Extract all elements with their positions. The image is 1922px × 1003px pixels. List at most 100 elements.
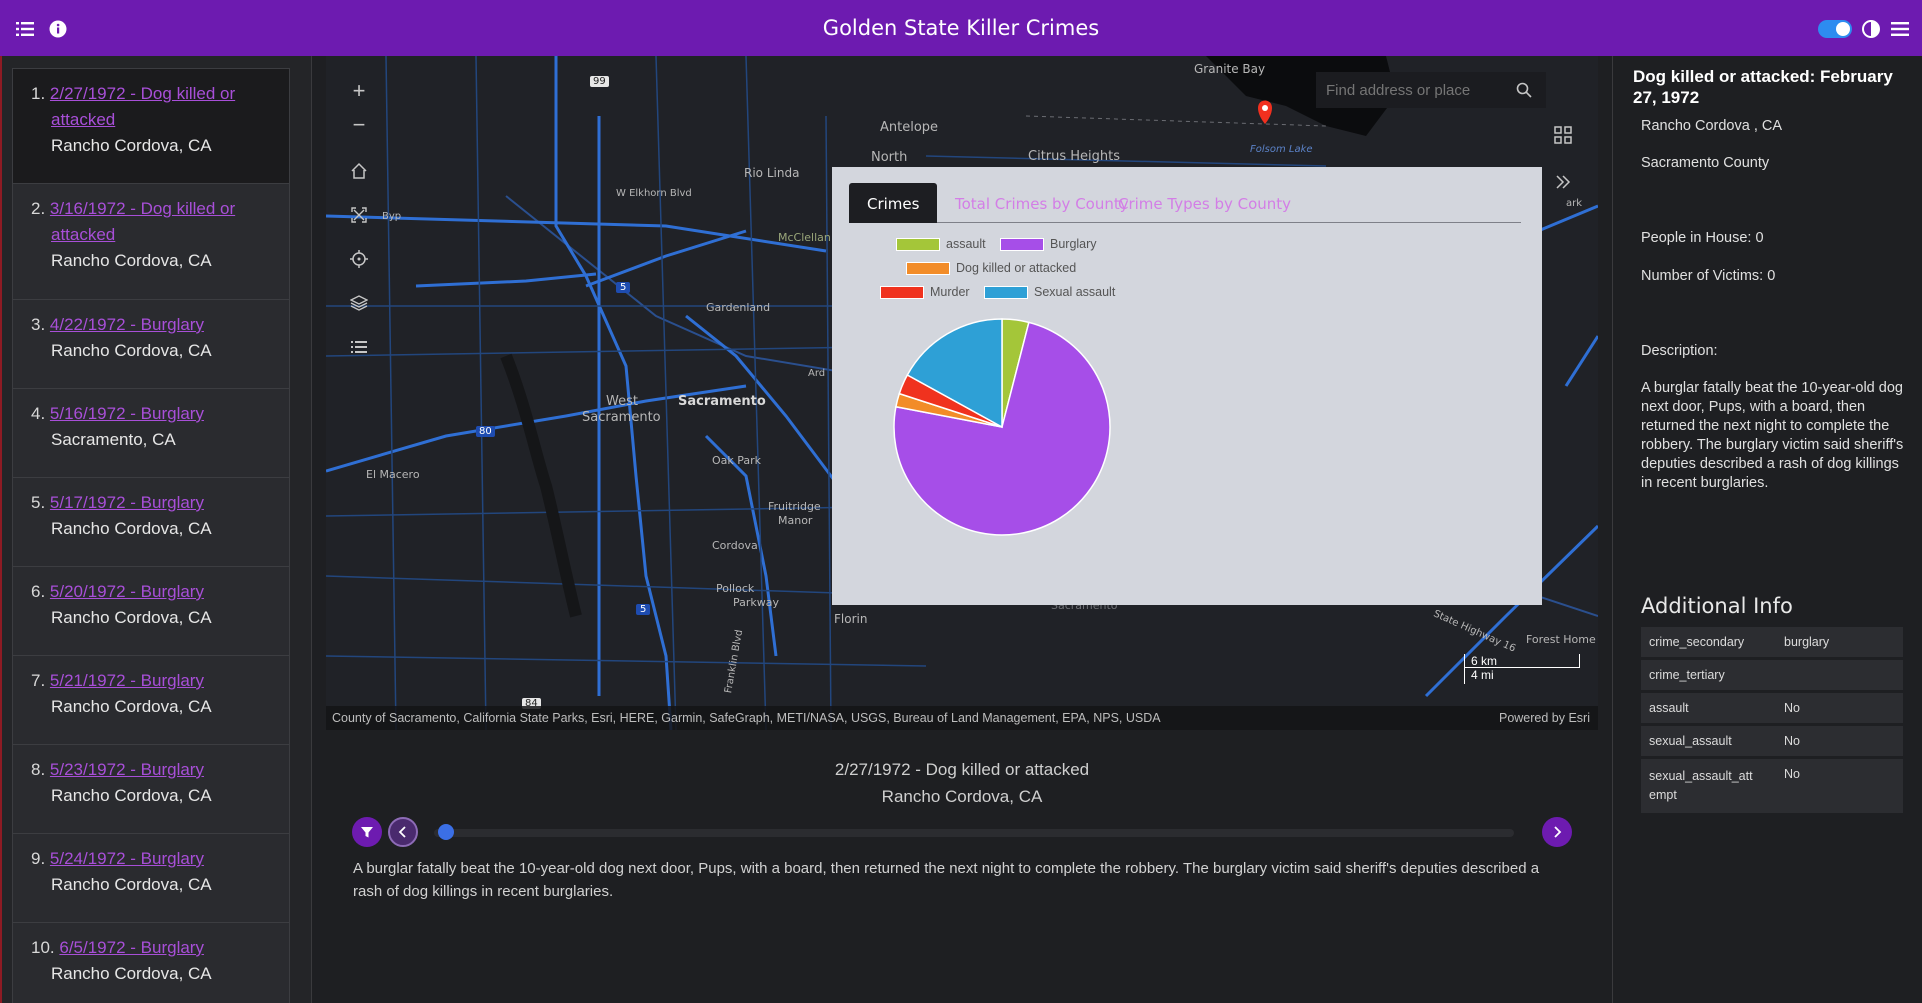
powered-by[interactable]: Powered by Esri (1499, 711, 1590, 725)
list-item-link[interactable]: 3/16/1972 - Dog killed or (50, 199, 235, 218)
selected-title: 2/27/1972 - Dog killed or attacked (834, 760, 1090, 779)
list-item-link[interactable]: 5/24/1972 - Burglary (50, 849, 204, 868)
additional-info-table: crime_secondary burglary crime_tertiary a… (1641, 624, 1903, 816)
search-input[interactable] (1316, 81, 1504, 99)
fullscreen-icon[interactable] (342, 198, 376, 232)
list-item-link[interactable]: 2/27/1972 - Dog killed or (50, 84, 235, 103)
list-item-link[interactable]: 5/21/1972 - Burglary (50, 671, 204, 690)
legend-swatch (984, 285, 1028, 299)
home-icon[interactable] (342, 154, 376, 188)
list-item-location: Rancho Cordova, CA (51, 964, 212, 983)
list-item[interactable]: 8. 5/23/1972 - Burglary Rancho Cordova, … (12, 745, 290, 834)
map-search (1316, 72, 1546, 108)
panel-edge (0, 56, 2, 1003)
table-row: crime_secondary burglary (1641, 627, 1903, 657)
timeline-slider[interactable] (434, 829, 1514, 837)
locate-icon[interactable] (342, 242, 376, 276)
list-item-number: 8. (31, 760, 46, 779)
tab-crimes[interactable]: Crimes (849, 183, 938, 223)
legend-label: Murder (930, 285, 970, 299)
list-item[interactable]: 9. 5/24/1972 - Burglary Rancho Cordova, … (12, 834, 290, 923)
zoom-in-button[interactable]: + (342, 74, 376, 108)
map-label: Cordova (712, 539, 758, 552)
expand-chevrons-icon[interactable] (1554, 174, 1572, 195)
list-item[interactable]: 2. 3/16/1972 - Dog killed or attacked Ra… (12, 184, 290, 300)
selected-crime-panel: 2/27/1972 - Dog killed or attacked Ranch… (326, 730, 1598, 1003)
map-label: Sacramento (582, 410, 661, 425)
info-value: No (1776, 726, 1903, 756)
list-item-location: Rancho Cordova, CA (51, 608, 212, 627)
legend-swatch (896, 237, 940, 251)
map-label: Forest Home (1526, 633, 1596, 646)
selected-description: A burglar fatally beat the 10-year-old d… (353, 860, 1540, 900)
list-item[interactable]: 7. 5/21/1972 - Burglary Rancho Cordova, … (12, 656, 290, 745)
list-item-link[interactable]: 5/23/1972 - Burglary (50, 760, 204, 779)
legend-swatch (1000, 237, 1044, 251)
list-item-location: Sacramento, CA (51, 430, 176, 449)
list-item-location: Rancho Cordova, CA (51, 786, 212, 805)
tab-crime-types-by-county[interactable]: Crime Types by County (1100, 183, 1309, 223)
map-label: Parkway (733, 596, 780, 609)
map-label: North (871, 150, 908, 165)
legend-item[interactable]: Burglary (1000, 237, 1097, 251)
selected-location: Rancho Cordova, CA (881, 787, 1043, 806)
detail-people: People in House: 0 (1641, 230, 1764, 246)
info-key: sexual_assault_att empt (1641, 759, 1776, 813)
info-key: assault (1641, 693, 1776, 723)
pie-chart (893, 318, 1111, 536)
list-item-link-cont[interactable]: attacked (51, 225, 115, 244)
next-button[interactable] (1542, 817, 1572, 847)
attribution-text: County of Sacramento, California State P… (332, 711, 1161, 725)
list-item[interactable]: 4. 5/16/1972 - Burglary Sacramento, CA (12, 389, 290, 478)
list-item-link[interactable]: 4/22/1972 - Burglary (50, 315, 204, 334)
table-row: assault No (1641, 693, 1903, 723)
detail-description-label: Description: (1641, 343, 1718, 359)
legend-item[interactable]: Dog killed or attacked (906, 261, 1076, 275)
map-label: Byp (382, 211, 402, 222)
scale-km: 6 km (1464, 654, 1580, 668)
detail-description: A burglar fatally beat the 10-year-old d… (1641, 380, 1904, 491)
list-item-location: Rancho Cordova, CA (51, 341, 212, 360)
list-item[interactable]: 3. 4/22/1972 - Burglary Rancho Cordova, … (12, 300, 290, 389)
list-item-location: Rancho Cordova, CA (51, 251, 212, 270)
legend-swatch (906, 261, 950, 275)
list-item-number: 9. (31, 849, 46, 868)
timeline-slider-thumb[interactable] (438, 824, 454, 840)
table-row: sexual_assault_att empt No (1641, 759, 1903, 813)
list-item-number: 3. (31, 315, 46, 334)
layers-icon[interactable] (342, 286, 376, 320)
list-item[interactable]: 6. 5/20/1972 - Burglary Rancho Cordova, … (12, 567, 290, 656)
map-label: Citrus Heights (1028, 149, 1121, 164)
theme-toggle[interactable] (1818, 20, 1852, 38)
list-item[interactable]: 1. 2/27/1972 - Dog killed or attacked Ra… (12, 68, 290, 184)
info-value: No (1776, 693, 1903, 723)
legend-item[interactable]: Sexual assault (984, 285, 1115, 299)
filter-button[interactable] (352, 817, 382, 847)
list-item[interactable]: 5. 5/17/1972 - Burglary Rancho Cordova, … (12, 478, 290, 567)
list-item-link[interactable]: 5/17/1972 - Burglary (50, 493, 204, 512)
map-label: Antelope (880, 120, 939, 135)
app-title: Golden State Killer Crimes (822, 16, 1100, 40)
map-label: ark (1566, 198, 1583, 209)
search-icon[interactable] (1504, 72, 1544, 108)
legend-item[interactable]: assault (896, 237, 986, 251)
contrast-icon[interactable] (1860, 18, 1882, 40)
list-item-link[interactable]: 6/5/1972 - Burglary (59, 938, 204, 957)
legend-label: Burglary (1050, 237, 1097, 251)
previous-button[interactable] (388, 817, 418, 847)
list-item-location: Rancho Cordova, CA (51, 875, 212, 894)
list-item-number: 1. (31, 84, 46, 103)
menu-icon[interactable] (1889, 18, 1911, 40)
legend-item[interactable]: Murder (880, 285, 970, 299)
list-item[interactable]: 10. 6/5/1972 - Burglary Rancho Cordova, … (12, 923, 290, 1003)
list-item-link[interactable]: 5/16/1972 - Burglary (50, 404, 204, 423)
legend-label: Sexual assault (1034, 285, 1116, 299)
list-item-link[interactable]: 5/20/1972 - Burglary (50, 582, 204, 601)
info-value: No (1776, 759, 1903, 813)
map-label: Ard (808, 368, 826, 379)
qr-icon[interactable] (1554, 126, 1572, 149)
additional-info-heading: Additional Info (1641, 594, 1793, 618)
list-item-link-cont[interactable]: attacked (51, 110, 115, 129)
legend-list-icon[interactable] (342, 330, 376, 364)
zoom-out-button[interactable]: − (342, 108, 376, 142)
